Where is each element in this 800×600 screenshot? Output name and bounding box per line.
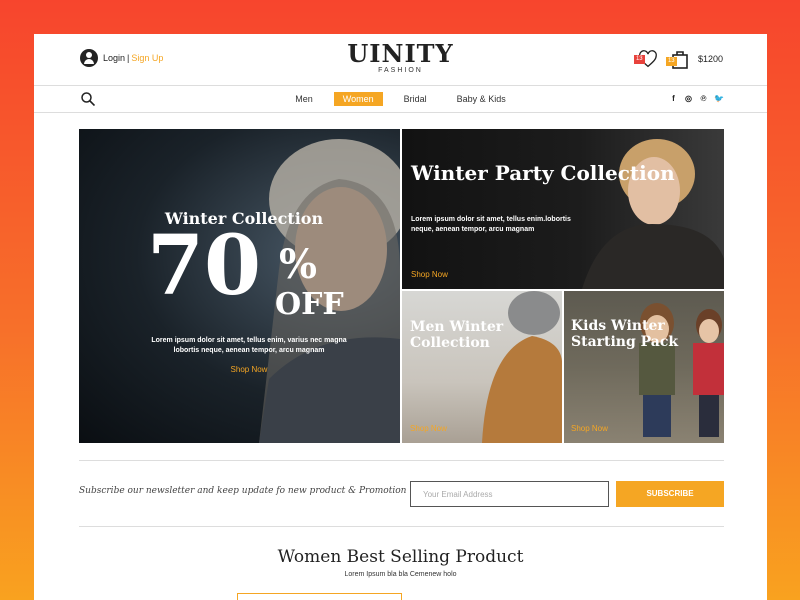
social-links: f ◎ ℗ 🐦 — [669, 94, 724, 103]
nav-item-baby-kids[interactable]: Baby & Kids — [448, 92, 515, 106]
cart-button[interactable]: 13 — [665, 49, 692, 69]
product-card[interactable] — [237, 593, 402, 600]
nav-item-men[interactable]: Men — [286, 92, 322, 106]
main-menu: Men Women Bridal Baby & Kids — [34, 92, 767, 106]
section-title: Women Best Selling Product — [277, 547, 524, 567]
winter-party-shop-now[interactable]: Shop Now — [411, 270, 448, 279]
instagram-icon[interactable]: ◎ — [684, 94, 693, 103]
subscribe-button[interactable]: SUBSCRIBE — [616, 481, 724, 507]
cart-total: $1200 — [697, 54, 723, 64]
nav-item-women[interactable]: Women — [333, 92, 383, 106]
discount-off: OFF — [275, 287, 344, 322]
page: Login | Sign Up UINITY FASHION 13 13 $12… — [34, 34, 767, 600]
hero-main-banner[interactable]: Winter Collection 70 % OFF Lorem ipsum d… — [79, 129, 400, 443]
men-winter-banner[interactable]: Men Winter Collection Shop Now — [402, 291, 562, 443]
hero-grid: Winter Collection 70 % OFF Lorem ipsum d… — [79, 129, 724, 443]
header: Login | Sign Up UINITY FASHION 13 13 $12… — [34, 34, 767, 86]
pinterest-icon[interactable]: ℗ — [699, 94, 708, 103]
hero-main-text: Lorem ipsum dolor sit amet, tellus enim,… — [151, 337, 347, 354]
kids-image — [639, 303, 724, 437]
cart-count-badge: 13 — [665, 57, 677, 66]
discount-number: 70 — [147, 218, 262, 314]
divider-top — [79, 460, 724, 461]
kids-winter-title: Kids Winter Starting Pack — [571, 318, 679, 350]
man-winter-jacket-image — [482, 291, 562, 443]
email-input[interactable]: Your Email Address — [410, 481, 609, 507]
hero-main-shop-now[interactable]: Shop Now — [79, 365, 400, 374]
men-winter-title: Men Winter Collection — [410, 319, 504, 351]
winter-party-text: Lorem ipsum dolor sit amet, tellus enim.… — [411, 216, 571, 233]
woman-party-image — [582, 139, 724, 289]
winter-party-title: Winter Party Collection — [411, 161, 675, 185]
discount-percent: % — [279, 241, 318, 288]
nav-item-bridal[interactable]: Bridal — [395, 92, 436, 106]
wishlist-button[interactable]: 13 — [633, 50, 660, 68]
wishlist-count-badge: 13 — [633, 55, 645, 64]
section-subtitle: Lorem Ipsum bla bla Cemenew holo — [344, 571, 457, 578]
men-winter-shop-now[interactable]: Shop Now — [410, 424, 447, 433]
newsletter-text: Subscribe our newsletter and keep update… — [79, 486, 407, 496]
cart-area: 13 13 $1200 — [633, 49, 723, 69]
kids-winter-shop-now[interactable]: Shop Now — [571, 424, 608, 433]
divider-bottom — [79, 526, 724, 527]
winter-party-banner[interactable]: Winter Party Collection Lorem ipsum dolo… — [402, 129, 724, 289]
nav-bar: Men Women Bridal Baby & Kids f ◎ ℗ 🐦 — [34, 85, 767, 113]
twitter-icon[interactable]: 🐦 — [714, 94, 724, 103]
facebook-icon[interactable]: f — [669, 94, 678, 103]
kids-winter-banner[interactable]: Kids Winter Starting Pack Shop Now — [564, 291, 724, 443]
